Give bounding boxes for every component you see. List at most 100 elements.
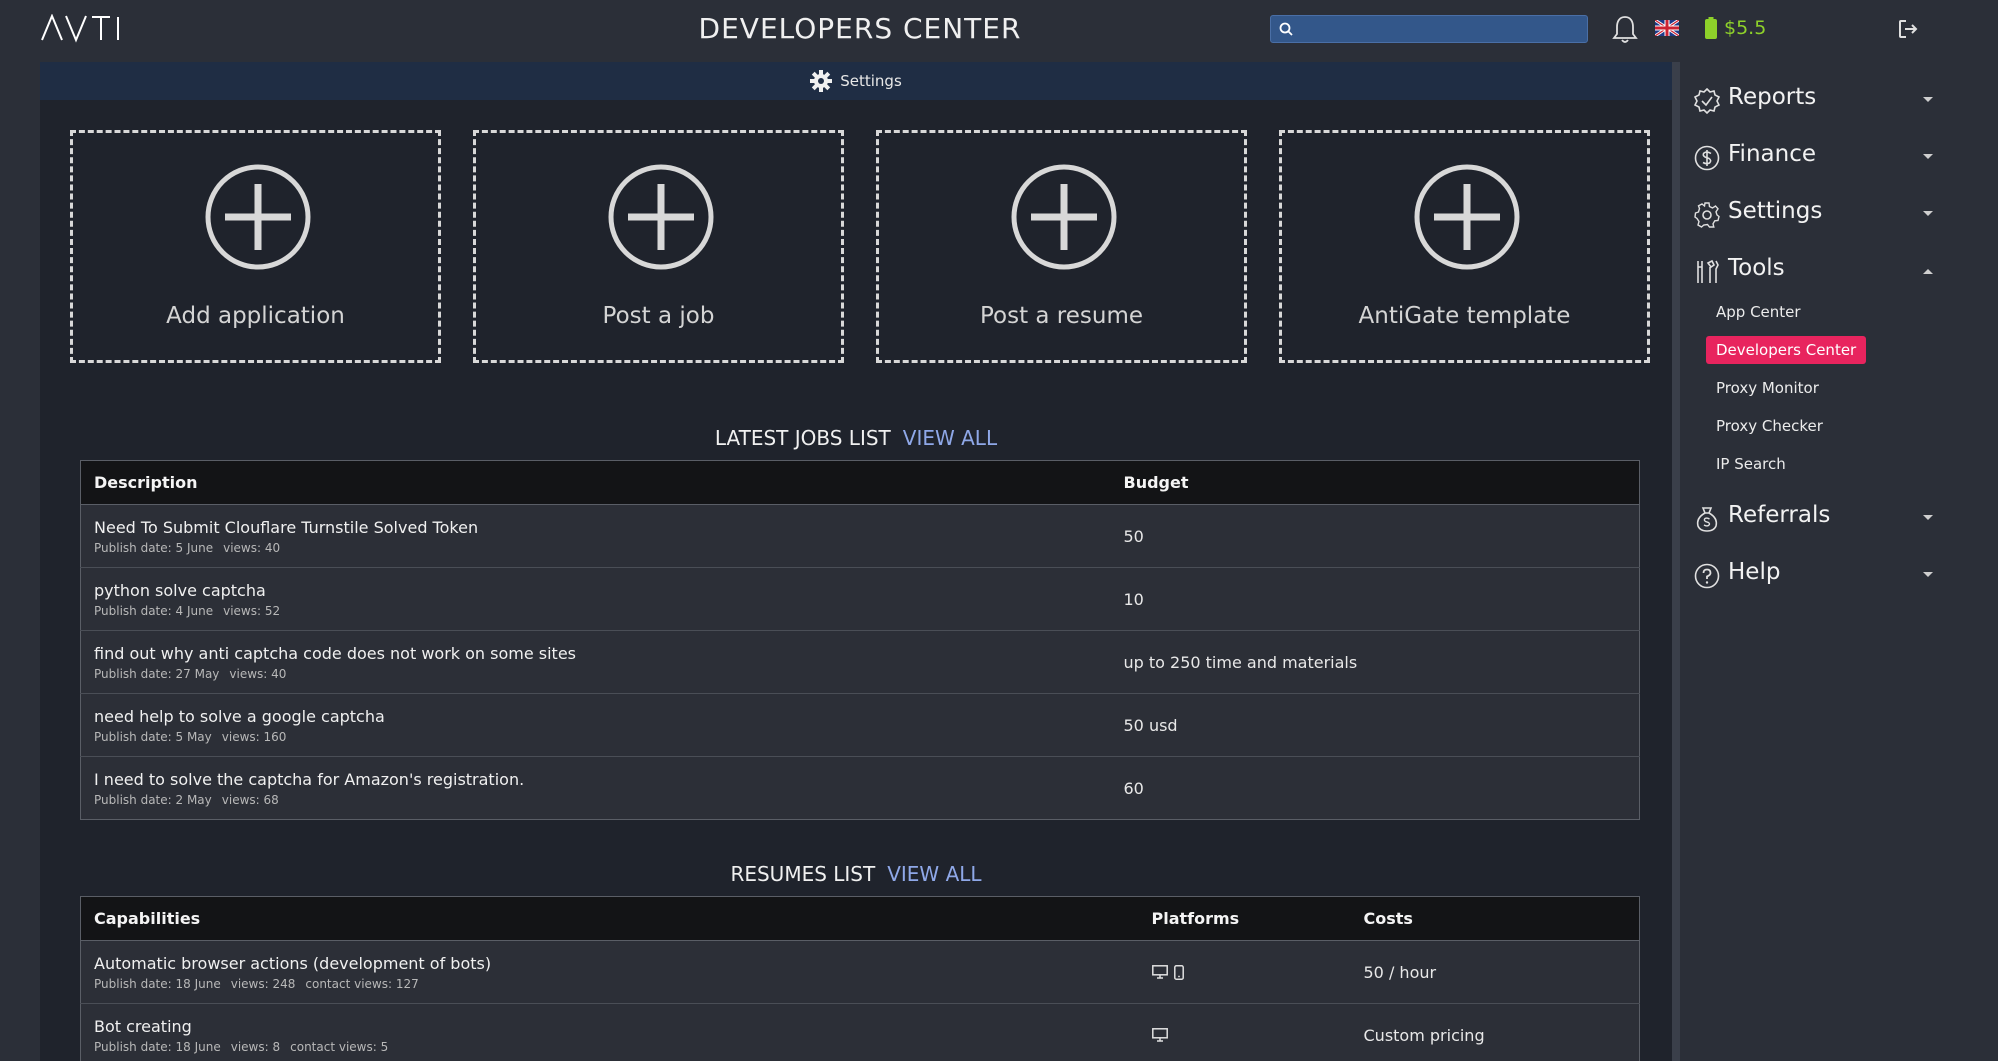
- column-header-capabilities: Capabilities: [80, 896, 1139, 941]
- plus-circle-icon: [1414, 164, 1520, 270]
- help-icon: [1694, 563, 1720, 589]
- column-header-description: Description: [80, 460, 1111, 505]
- sidebar-subitem-developers-center[interactable]: Developers Center: [1706, 336, 1867, 364]
- search-box[interactable]: [1270, 15, 1588, 43]
- table-row[interactable]: python solve captcha Publish date: 4 Jun…: [80, 567, 1640, 631]
- resume-cost: Custom pricing: [1350, 1003, 1640, 1061]
- job-budget: 10: [1110, 567, 1640, 631]
- resume-meta: Publish date: 18 June views: 248 contact v…: [94, 977, 1126, 991]
- sidebar-subitem-app-center[interactable]: App Center: [1706, 298, 1811, 326]
- sidebar-item-tools[interactable]: Tools: [1694, 253, 1934, 289]
- desktop-icon: [1151, 964, 1168, 979]
- battery-icon: [1705, 17, 1717, 39]
- resumes-section-title: RESUMES LIST VIEW ALL: [40, 862, 1672, 886]
- chevron-down-icon: [1923, 211, 1933, 216]
- chevron-down-icon: [1923, 97, 1933, 102]
- job-meta: Publish date: 5 June views: 40: [94, 541, 1098, 555]
- jobs-view-all-link[interactable]: VIEW ALL: [903, 426, 997, 450]
- badge-icon: [1694, 88, 1720, 114]
- table-row[interactable]: Bot creating Publish date: 18 June views:…: [80, 1003, 1640, 1061]
- contact-views-count: contact views: 127: [305, 976, 419, 991]
- top-bar: DEVELOPERS CENTER $5.5: [0, 0, 1998, 62]
- notifications-bell-icon[interactable]: [1612, 14, 1638, 44]
- column-header-budget: Budget: [1110, 460, 1640, 505]
- publish-date: Publish date: 18 June: [94, 1039, 221, 1054]
- jobs-table: Description Budget Need To Submit Cloufl…: [80, 460, 1640, 820]
- column-header-costs: Costs: [1350, 896, 1640, 941]
- sidebar-item-reports[interactable]: Reports: [1694, 82, 1934, 118]
- job-budget: 50 usd: [1110, 693, 1640, 757]
- add-application-card[interactable]: Add application: [70, 130, 441, 363]
- settings-bar[interactable]: Settings: [40, 62, 1672, 100]
- resume-meta: Publish date: 18 June views: 8 contact vie…: [94, 1040, 1126, 1054]
- sidebar-item-label: Help: [1728, 559, 1781, 585]
- jobs-section-title: LATEST JOBS LIST VIEW ALL: [40, 426, 1672, 450]
- job-description[interactable]: need help to solve a google captcha: [94, 707, 1098, 726]
- contact-views-count: contact views: 5: [290, 1039, 389, 1054]
- sidebar-item-settings[interactable]: Settings: [1694, 196, 1934, 232]
- views-count: views: 8: [230, 1039, 281, 1054]
- views-count: views: 160: [221, 729, 287, 744]
- card-label: Post a job: [602, 303, 715, 329]
- views-count: views: 52: [223, 603, 281, 618]
- settings-bar-label: Settings: [840, 72, 902, 90]
- sidebar-item-label: Settings: [1728, 198, 1823, 224]
- job-budget: up to 250 time and materials: [1110, 630, 1640, 694]
- table-row[interactable]: need help to solve a google captcha Publ…: [80, 693, 1640, 757]
- sidebar-subitem-proxy-checker[interactable]: Proxy Checker: [1706, 412, 1833, 440]
- sidebar-item-help[interactable]: Help: [1694, 557, 1934, 593]
- resume-capability[interactable]: Bot creating: [94, 1017, 1126, 1036]
- sidebar-item-label: Referrals: [1728, 502, 1831, 528]
- desktop-icon: [1151, 1028, 1168, 1042]
- publish-date: Publish date: 5 June: [94, 540, 214, 555]
- search-input[interactable]: [1299, 16, 1583, 42]
- antigate-template-card[interactable]: AntiGate template: [1279, 130, 1650, 363]
- uk-flag-icon[interactable]: [1655, 20, 1679, 36]
- card-label: Add application: [166, 303, 345, 329]
- job-description[interactable]: find out why anti captcha code does not …: [94, 644, 1098, 663]
- plus-circle-icon: [1011, 164, 1117, 270]
- table-row[interactable]: Need To Submit Clouflare Turnstile Solve…: [80, 504, 1640, 568]
- sidebar-item-finance[interactable]: Finance: [1694, 139, 1934, 175]
- publish-date: Publish date: 27 May: [94, 666, 220, 681]
- table-row[interactable]: I need to solve the captcha for Amazon's…: [80, 756, 1640, 820]
- job-meta: Publish date: 2 May views: 68: [94, 793, 1098, 807]
- balance-amount[interactable]: $5.5: [1724, 17, 1766, 39]
- resumes-view-all-link[interactable]: VIEW ALL: [887, 862, 981, 886]
- sidebar: Reports Finance Settings Tools App Cente…: [1680, 62, 1998, 1061]
- sidebar-item-label: Finance: [1728, 141, 1816, 167]
- views-count: views: 68: [221, 792, 279, 807]
- job-budget: 50: [1110, 504, 1640, 568]
- post-job-card[interactable]: Post a job: [473, 130, 844, 363]
- resume-capability[interactable]: Automatic browser actions (development o…: [94, 954, 1126, 973]
- resumes-title: RESUMES LIST: [730, 862, 876, 886]
- search-icon: [1279, 22, 1293, 36]
- publish-date: Publish date: 2 May: [94, 792, 212, 807]
- job-description[interactable]: Need To Submit Clouflare Turnstile Solve…: [94, 518, 1098, 537]
- card-label: AntiGate template: [1358, 303, 1571, 329]
- views-count: views: 40: [229, 666, 287, 681]
- publish-date: Publish date: 18 June: [94, 976, 221, 991]
- views-count: views: 40: [223, 540, 281, 555]
- column-header-platforms: Platforms: [1138, 896, 1351, 941]
- table-row[interactable]: find out why anti captcha code does not …: [80, 630, 1640, 694]
- plus-circle-icon: [608, 164, 714, 270]
- platform-icons: [1151, 1028, 1338, 1042]
- sidebar-item-label: Reports: [1728, 84, 1817, 110]
- post-resume-card[interactable]: Post a resume: [876, 130, 1247, 363]
- sidebar-scrollbar[interactable]: [1672, 62, 1680, 1061]
- job-description[interactable]: python solve captcha: [94, 581, 1098, 600]
- chevron-down-icon: [1923, 572, 1933, 577]
- table-row[interactable]: Automatic browser actions (development o…: [80, 940, 1640, 1004]
- job-description[interactable]: I need to solve the captcha for Amazon's…: [94, 770, 1098, 789]
- chevron-up-icon: [1923, 269, 1933, 274]
- money-bag-icon: [1696, 507, 1718, 532]
- job-meta: Publish date: 5 May views: 160: [94, 730, 1098, 744]
- sidebar-subitem-proxy-monitor[interactable]: Proxy Monitor: [1706, 374, 1829, 402]
- resume-cost: 50 / hour: [1350, 940, 1640, 1004]
- logout-icon[interactable]: [1897, 18, 1919, 40]
- resumes-table: Capabilities Platforms Costs Automatic b…: [80, 896, 1640, 1061]
- chevron-down-icon: [1923, 515, 1933, 520]
- sidebar-item-referrals[interactable]: Referrals: [1694, 500, 1934, 536]
- sidebar-subitem-ip-search[interactable]: IP Search: [1706, 450, 1796, 478]
